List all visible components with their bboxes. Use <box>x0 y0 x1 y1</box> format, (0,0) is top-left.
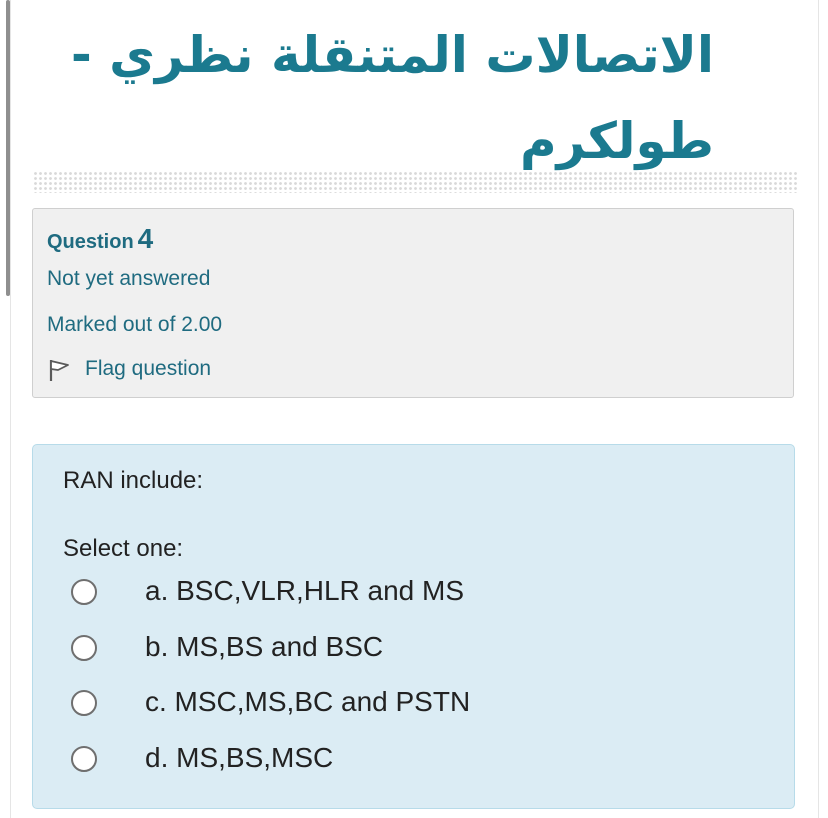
answer-option-d[interactable]: d. MS,BS,MSC <box>71 742 771 782</box>
answer-label[interactable]: d. MS,BS,MSC <box>145 742 333 774</box>
question-heading: Question 4 <box>47 223 153 255</box>
flag-icon <box>49 360 69 381</box>
question-label: Question <box>47 231 134 253</box>
answer-label[interactable]: a. BSC,VLR,HLR and MS <box>145 575 464 607</box>
question-info-box: Question 4 Not yet answered Marked out of… <box>32 208 794 398</box>
flag-question-link[interactable]: Flag question <box>85 357 211 381</box>
answer-label[interactable]: c. MSC,MS,BC and PSTN <box>145 686 470 718</box>
answer-option-c[interactable]: c. MSC,MS,BC and PSTN <box>71 686 771 726</box>
left-border <box>10 0 11 818</box>
question-marks: Marked out of 2.00 <box>47 313 223 336</box>
answer-option-a[interactable]: a. BSC,VLR,HLR and MS <box>71 575 771 615</box>
radio-button[interactable] <box>71 635 97 661</box>
answer-option-b[interactable]: b. MS,BS and BSC <box>71 631 771 671</box>
title-divider <box>33 171 797 193</box>
page-title: الاتصالات المتنقلة نظري - طولكرم <box>70 26 714 170</box>
answer-prompt: Select one: <box>63 535 184 562</box>
question-status: Not yet answered <box>47 267 211 290</box>
radio-button[interactable] <box>71 690 97 716</box>
radio-button[interactable] <box>71 746 97 772</box>
answer-label[interactable]: b. MS,BS and BSC <box>145 631 383 663</box>
question-number: 4 <box>137 223 154 254</box>
radio-button[interactable] <box>71 579 97 605</box>
question-formulation: RAN include: Select one: a. BSC,VLR,HLR … <box>32 444 795 809</box>
right-border <box>818 0 819 818</box>
question-text: RAN include: <box>63 467 204 494</box>
